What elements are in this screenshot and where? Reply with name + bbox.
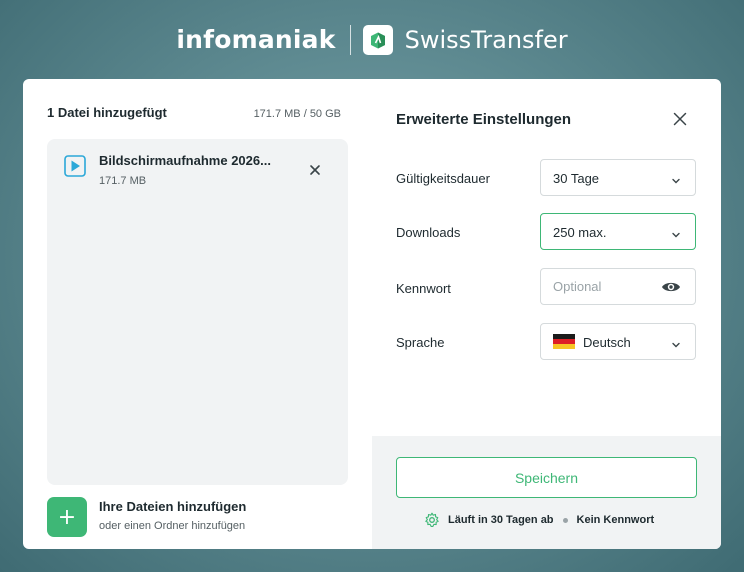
file-list: Bildschirmaufnahme 2026... 171.7 MB <box>47 139 348 485</box>
transfer-summary: Läuft in 30 Tagen ab Kein Kennwort <box>424 511 654 529</box>
file-item: Bildschirmaufnahme 2026... 171.7 MB <box>47 139 348 199</box>
chevron-down-icon <box>671 337 681 348</box>
storage-usage: 171.7 MB / 50 GB <box>253 108 341 120</box>
save-button[interactable]: Speichern <box>396 457 697 498</box>
expiry-text: Läuft in 30 Tagen ab <box>448 514 554 526</box>
add-files-title[interactable]: Ihre Dateien hinzufügen <box>99 499 246 514</box>
files-panel: 1 Datei hinzugefügt 171.7 MB / 50 GB Bil… <box>23 79 372 549</box>
close-icon[interactable] <box>673 112 687 126</box>
downloads-label: Downloads <box>396 225 461 240</box>
add-files-row[interactable]: + Ihre Dateien hinzufügen oder einen Ord… <box>47 497 347 539</box>
downloads-value: 250 max. <box>553 225 607 240</box>
validity-select[interactable]: 30 Tage <box>540 159 696 196</box>
infomaniak-logo: infomaniak <box>176 25 336 54</box>
validity-value: 30 Tage <box>553 171 600 186</box>
separator-dot <box>562 517 568 523</box>
password-status-text: Kein Kennwort <box>576 514 655 526</box>
file-size: 171.7 MB <box>99 175 147 187</box>
chevron-down-icon <box>671 173 681 184</box>
gear-icon <box>424 512 440 528</box>
add-files-button[interactable]: + <box>47 497 87 537</box>
language-select[interactable]: Deutsch <box>540 323 696 360</box>
settings-footer: Speichern Läuft in 30 Tagen ab Kein Kenn… <box>372 436 721 549</box>
remove-file-icon[interactable] <box>309 163 321 175</box>
language-value: Deutsch <box>583 335 631 350</box>
password-input[interactable] <box>542 270 652 303</box>
settings-title: Erweiterte Einstellungen <box>396 111 572 128</box>
password-field[interactable] <box>540 268 696 305</box>
video-file-icon <box>64 155 86 177</box>
downloads-select[interactable]: 250 max. <box>540 213 696 250</box>
eye-icon[interactable] <box>661 280 681 294</box>
language-label: Sprache <box>396 335 445 350</box>
validity-label: Gültigkeitsdauer <box>396 171 490 186</box>
swisstransfer-logo-icon <box>362 24 393 55</box>
files-header: 1 Datei hinzugefügt 171.7 MB / 50 GB <box>47 105 341 120</box>
transfer-card: 1 Datei hinzugefügt 171.7 MB / 50 GB Bil… <box>23 79 721 549</box>
product-name: SwissTransfer <box>404 25 568 54</box>
de-flag-icon <box>553 334 575 349</box>
files-count: 1 Datei hinzugefügt <box>47 105 167 120</box>
app-header: infomaniak SwissTransfer <box>0 0 744 79</box>
file-name: Bildschirmaufnahme 2026... <box>99 153 271 168</box>
add-folder-subtitle[interactable]: oder einen Ordner hinzufügen <box>99 520 245 532</box>
chevron-down-icon <box>671 227 681 238</box>
header-divider <box>349 24 351 55</box>
password-label: Kennwort <box>396 281 451 296</box>
settings-panel: Erweiterte Einstellungen Gültigkeitsdaue… <box>372 79 721 549</box>
